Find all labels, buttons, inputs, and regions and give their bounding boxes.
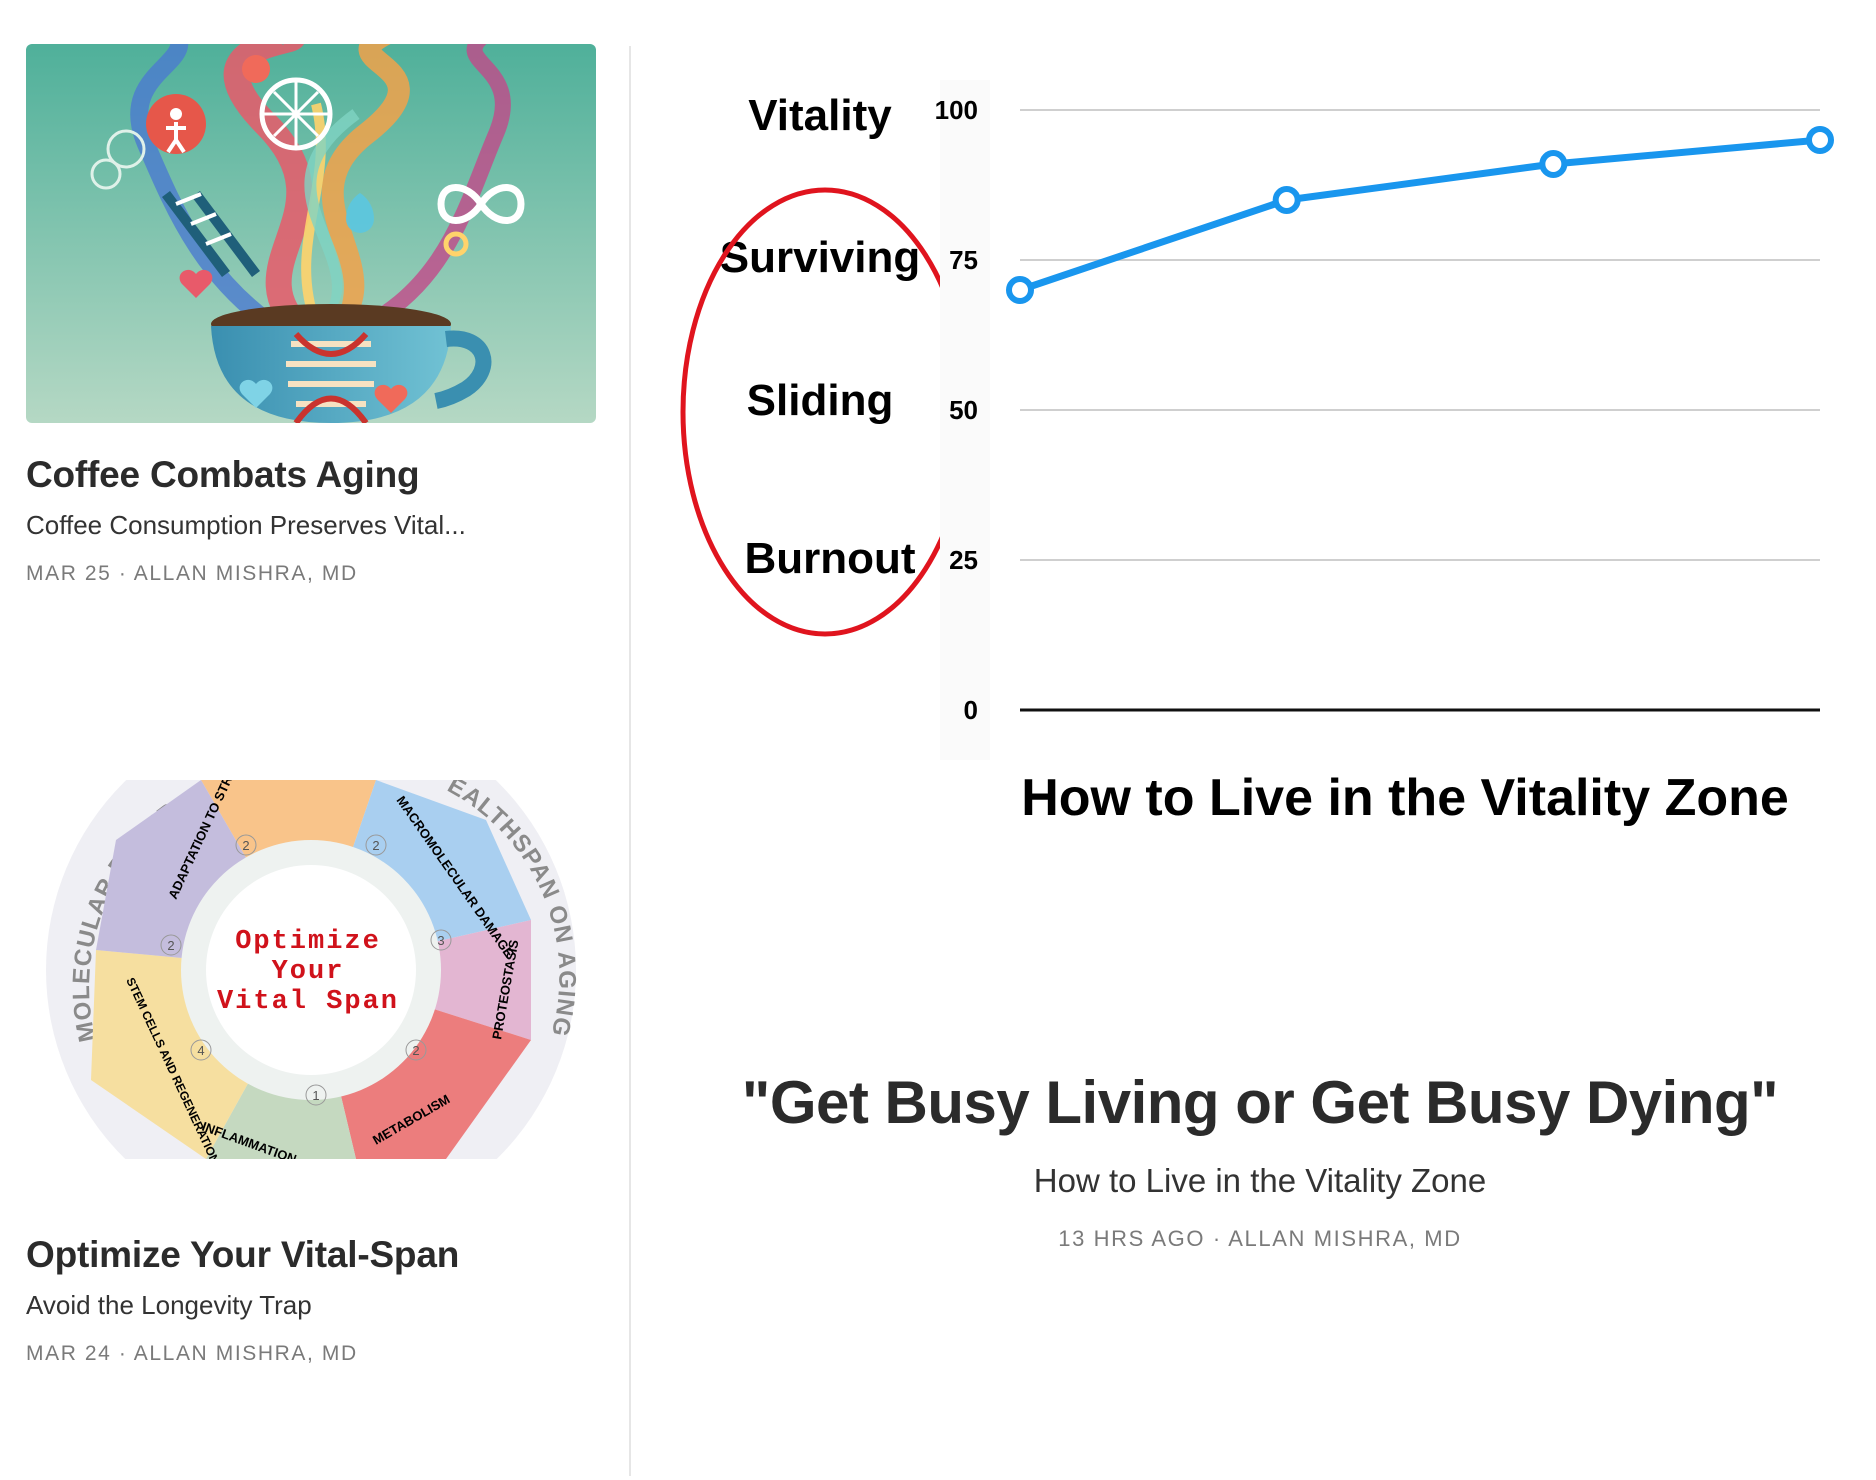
post-meta: MAR 24 · ALLAN MISHRA, MD [26, 1342, 358, 1366]
center-text-line-1: Optimize [235, 927, 381, 957]
post-date: MAR 25 [26, 562, 112, 585]
post-subtitle: Coffee Consumption Preserves Vital... [26, 510, 466, 540]
center-text-line-3: Vital Span [217, 987, 399, 1017]
segment-number: 2 [167, 938, 174, 953]
zone-label-vitality: Vitality [748, 91, 892, 140]
post-date: MAR 24 [26, 1342, 112, 1365]
meta-separator: · [118, 562, 128, 585]
featured-post-title[interactable]: "Get Busy Living or Get Busy Dying" [660, 1068, 1860, 1137]
zone-label-sliding: Sliding [747, 376, 894, 425]
post-title[interactable]: Optimize Your Vital-Span [26, 1234, 459, 1276]
post-author[interactable]: ALLAN MISHRA, MD [1228, 1226, 1461, 1251]
post-time: 13 HRS AGO [1058, 1226, 1206, 1251]
vital-span-wheel-illustration-icon[interactable]: MOLECULAR DETERMI EALTHSPAN ON AGING ADA… [26, 780, 596, 1159]
zone-label-burnout: Burnout [744, 534, 915, 583]
series-line [1018, 136, 1821, 294]
featured-post-meta: 13 HRS AGO · ALLAN MISHRA, MD [660, 1226, 1860, 1252]
chart-plot-area: 0 25 50 75 100 [935, 80, 1834, 760]
vitality-zone-chart[interactable]: Vitality Surviving Sliding Burnout 0 25 50… [660, 40, 1860, 860]
chart-caption: How to Live in the Vitality Zone [1021, 769, 1789, 827]
segment-number: 2 [242, 838, 249, 853]
featured-post[interactable]: Vitality Surviving Sliding Burnout 0 25 50… [660, 40, 1860, 1251]
data-point [1806, 126, 1834, 154]
column-divider [629, 46, 631, 1476]
post-card-vital-span[interactable]: MOLECULAR DETERMI EALTHSPAN ON AGING ADA… [26, 780, 596, 1365]
segment-number: 2 [372, 838, 379, 853]
center-text-line-2: Your [272, 957, 345, 987]
post-title[interactable]: Coffee Combats Aging [26, 454, 420, 496]
segment-number: 1 [312, 1088, 319, 1103]
post-subtitle: Avoid the Longevity Trap [26, 1290, 312, 1320]
meta-separator: · [1212, 1226, 1222, 1251]
post-author[interactable]: ALLAN MISHRA, MD [134, 1342, 358, 1365]
y-tick-label: 100 [935, 95, 978, 125]
meta-separator: · [118, 1342, 128, 1365]
data-point [1272, 186, 1301, 214]
post-author[interactable]: ALLAN MISHRA, MD [134, 562, 358, 585]
data-point [1006, 276, 1034, 304]
segment-number: 4 [197, 1043, 204, 1058]
y-tick-label: 0 [964, 695, 978, 725]
y-tick-label: 50 [949, 395, 978, 425]
segment-number: 2 [412, 1043, 419, 1058]
segment-number: 3 [437, 933, 444, 948]
data-point [1539, 150, 1568, 178]
zone-label-surviving: Surviving [720, 233, 921, 282]
coffee-cup-illustration-icon[interactable] [26, 44, 596, 423]
post-card-coffee[interactable]: Coffee Combats Aging Coffee Consumption … [26, 44, 596, 585]
y-tick-label: 75 [949, 245, 978, 275]
post-meta: MAR 25 · ALLAN MISHRA, MD [26, 562, 358, 586]
y-tick-label: 25 [949, 545, 978, 575]
featured-post-subtitle: How to Live in the Vitality Zone [1033, 1162, 1487, 1199]
